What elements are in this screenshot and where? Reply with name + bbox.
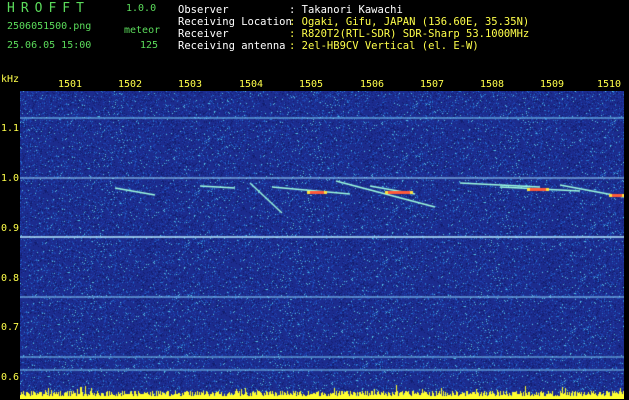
x-tick-label: 1507 [419,79,445,90]
antenna-value: : 2el-HB9CV Vertical (el. E-W) [289,40,479,52]
x-tick-label: 1508 [479,79,505,90]
app-brand: HROFFT [7,1,90,16]
x-tick-label: 1510 [596,79,622,90]
observer-label: Observer [178,4,229,16]
x-tick-label: 1509 [539,79,565,90]
meteor-count: 125 [140,40,159,51]
mode-label: meteor [124,25,161,36]
spectrogram-canvas [20,91,624,399]
x-tick-label: 1503 [177,79,203,90]
receiver-label: Receiver [178,28,229,40]
x-tick-label: 1506 [359,79,385,90]
app-version: 1.0.0 [126,3,157,14]
spectrogram [20,91,624,399]
antenna-label: Receiving antenna [178,40,286,52]
x-tick-label: 1502 [117,79,143,90]
y-tick-label: 0.9 [1,223,20,234]
y-axis-unit: kHz [1,74,20,85]
observation-datetime: 25.06.05 15:00 [7,40,92,51]
image-filename: 2506051500.png [7,21,92,32]
observer-value: : Takanori Kawachi [289,4,403,16]
y-tick-label: 1.0 [1,173,20,184]
location-value: : Ogaki, Gifu, JAPAN (136.60E, 35.35N) [289,16,530,28]
y-tick-label: 0.6 [1,372,20,383]
header-panel: HROFFT 1.0.0 2506051500.png meteor 25.06… [0,0,629,74]
receiver-value: : R820T2(RTL-SDR) SDR-Sharp 53.1000MHz [289,28,530,40]
x-tick-label: 1501 [57,79,83,90]
y-tick-label: 1.1 [1,123,20,134]
location-label: Receiving Location [178,16,292,28]
x-tick-label: 1505 [298,79,324,90]
y-tick-label: 0.8 [1,273,20,284]
x-tick-label: 1504 [238,79,264,90]
y-tick-label: 0.7 [1,322,20,333]
